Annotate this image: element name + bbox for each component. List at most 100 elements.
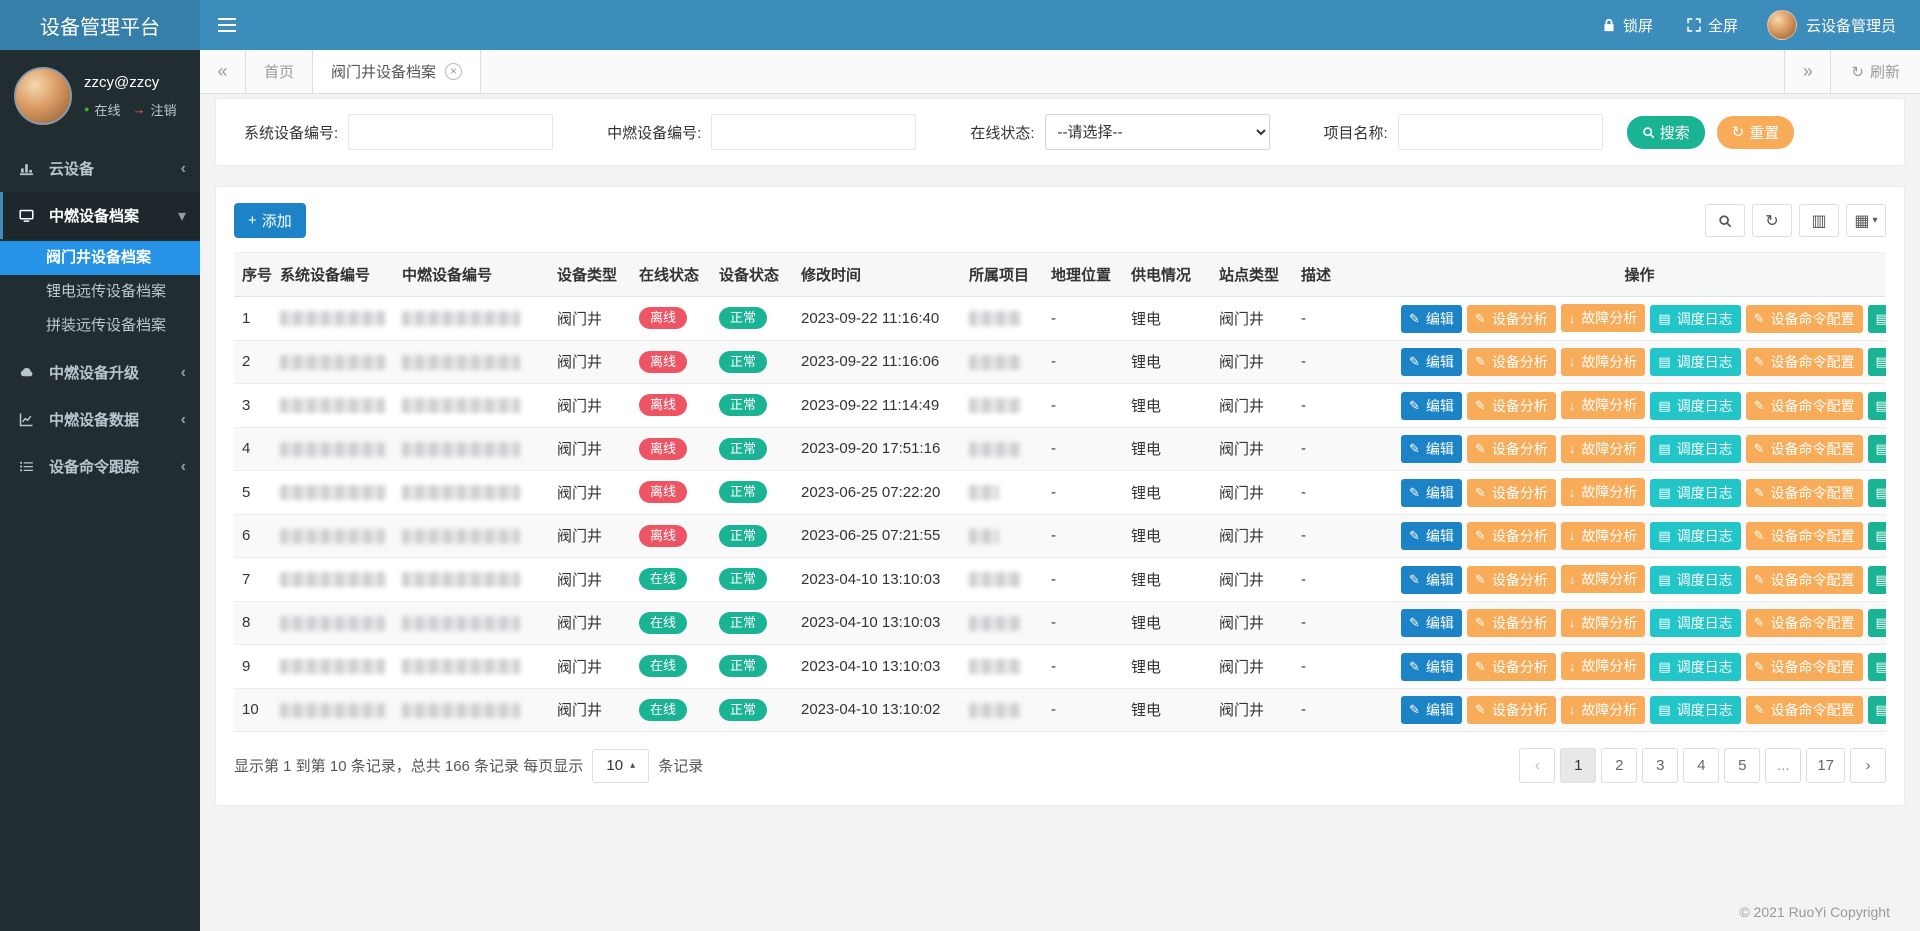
action-device-command-config-button[interactable]: ✎设备命令配置	[1746, 392, 1863, 420]
action-dispatch-log-button[interactable]: ▤调度日志	[1650, 348, 1740, 376]
action-edit-button[interactable]: ✎编辑	[1401, 392, 1462, 420]
action-device-command-config-button[interactable]: ✎设备命令配置	[1746, 653, 1863, 681]
search-field-input-3[interactable]	[1398, 114, 1603, 150]
action-device-command-config-button[interactable]: ✎设备命令配置	[1746, 305, 1863, 333]
logout-link[interactable]: 注销	[150, 100, 176, 119]
action-device-info-button[interactable]: ▤设备信息	[1868, 566, 1886, 594]
page-17-button[interactable]: 17	[1806, 748, 1845, 783]
action-fault-analysis-button[interactable]: ↓故障分析	[1561, 522, 1646, 550]
action-device-info-button[interactable]: ▤设备信息	[1868, 609, 1886, 637]
sidebar-menu-3[interactable]: 中燃设备数据‹	[0, 396, 200, 443]
sidebar-menu-4[interactable]: 设备命令跟踪‹	[0, 443, 200, 490]
action-device-command-config-button[interactable]: ✎设备命令配置	[1746, 435, 1863, 463]
action-fault-analysis-button[interactable]: ↓故障分析	[1561, 435, 1646, 463]
action-dispatch-log-button[interactable]: ▤调度日志	[1650, 653, 1740, 681]
action-device-info-button[interactable]: ▤设备信息	[1868, 435, 1886, 463]
action-device-analysis-button[interactable]: ✎设备分析	[1467, 392, 1556, 420]
tab-close-icon[interactable]: ×	[445, 63, 462, 80]
action-device-command-config-button[interactable]: ✎设备命令配置	[1746, 609, 1863, 637]
action-fault-analysis-button[interactable]: ↓故障分析	[1561, 652, 1646, 680]
table-row: 1阀门井离线正常2023-09-22 11:16:40-锂电阀门井-✎编辑✎设备…	[234, 297, 1886, 341]
action-fault-analysis-button[interactable]: ↓故障分析	[1561, 478, 1646, 506]
tabs-scroll-right-button[interactable]: »	[1784, 50, 1830, 93]
page-4-button[interactable]: 4	[1683, 748, 1719, 783]
table-toggle-view-button[interactable]: ▥	[1799, 204, 1839, 237]
add-button[interactable]: + 添加	[234, 203, 306, 238]
sidebar-menu-2[interactable]: 中燃设备升级‹	[0, 349, 200, 396]
sidebar-menu-1[interactable]: 中燃设备档案▾	[0, 192, 200, 239]
action-fault-analysis-button[interactable]: ↓故障分析	[1561, 696, 1646, 724]
action-dispatch-log-button[interactable]: ▤调度日志	[1650, 435, 1740, 463]
page-5-button[interactable]: 5	[1724, 748, 1760, 783]
tab-valve-well-archive[interactable]: 阀门井设备档案 ×	[313, 50, 481, 93]
action-device-analysis-button[interactable]: ✎设备分析	[1467, 653, 1556, 681]
search-button[interactable]: 搜索	[1627, 116, 1705, 149]
sidebar-toggle-button[interactable]	[200, 0, 254, 50]
page-3-button[interactable]: 3	[1642, 748, 1678, 783]
user-menu[interactable]: 云设备管理员	[1755, 0, 1920, 50]
sidebar-menu-0[interactable]: 云设备‹	[0, 145, 200, 192]
table-search-button[interactable]	[1705, 204, 1745, 237]
action-device-info-button[interactable]: ▤设备信息	[1868, 696, 1886, 724]
action-device-info-button[interactable]: ▤设备信息	[1868, 305, 1886, 333]
action-dispatch-log-button[interactable]: ▤调度日志	[1650, 479, 1740, 507]
search-field-input-1[interactable]	[711, 114, 916, 150]
action-device-analysis-button[interactable]: ✎设备分析	[1467, 696, 1556, 724]
search-field-input-0[interactable]	[348, 114, 553, 150]
sidebar-subitem-1-1[interactable]: 锂电远传设备档案	[0, 275, 200, 309]
table-columns-button[interactable]: ▦ ▾	[1846, 204, 1886, 237]
action-device-command-config-button[interactable]: ✎设备命令配置	[1746, 566, 1863, 594]
action-dispatch-log-button[interactable]: ▤调度日志	[1650, 696, 1740, 724]
sidebar-subitem-1-0[interactable]: 阀门井设备档案	[0, 241, 200, 275]
action-device-analysis-button[interactable]: ✎设备分析	[1467, 609, 1556, 637]
action-device-info-button[interactable]: ▤设备信息	[1868, 348, 1886, 376]
action-fault-analysis-button[interactable]: ↓故障分析	[1561, 391, 1646, 419]
action-dispatch-log-button[interactable]: ▤调度日志	[1650, 609, 1740, 637]
reset-button[interactable]: ↻ 重置	[1717, 116, 1795, 149]
action-edit-button[interactable]: ✎编辑	[1401, 348, 1462, 376]
action-edit-button[interactable]: ✎编辑	[1401, 566, 1462, 594]
action-device-analysis-button[interactable]: ✎设备分析	[1467, 522, 1556, 550]
online-status-select[interactable]: --请选择--	[1045, 114, 1270, 150]
action-edit-button[interactable]: ✎编辑	[1401, 653, 1462, 681]
action-device-command-config-button[interactable]: ✎设备命令配置	[1746, 522, 1863, 550]
tab-refresh-button[interactable]: ↻ 刷新	[1830, 50, 1920, 93]
fullscreen-button[interactable]: 全屏	[1670, 0, 1755, 50]
action-fault-analysis-button[interactable]: ↓故障分析	[1561, 348, 1646, 376]
page-1-button[interactable]: 1	[1560, 748, 1596, 783]
action-dispatch-log-button[interactable]: ▤调度日志	[1650, 392, 1740, 420]
action-device-analysis-button[interactable]: ✎设备分析	[1467, 435, 1556, 463]
action-device-info-button[interactable]: ▤设备信息	[1868, 479, 1886, 507]
tab-home[interactable]: 首页	[246, 50, 313, 93]
action-device-info-button[interactable]: ▤设备信息	[1868, 392, 1886, 420]
action-device-analysis-button[interactable]: ✎设备分析	[1467, 566, 1556, 594]
action-device-analysis-button[interactable]: ✎设备分析	[1467, 305, 1556, 333]
action-edit-button[interactable]: ✎编辑	[1401, 435, 1462, 463]
action-device-analysis-button[interactable]: ✎设备分析	[1467, 348, 1556, 376]
action-device-analysis-button[interactable]: ✎设备分析	[1467, 479, 1556, 507]
page-next-button[interactable]: ›	[1850, 748, 1886, 783]
action-dispatch-log-button[interactable]: ▤调度日志	[1650, 522, 1740, 550]
action-edit-button[interactable]: ✎编辑	[1401, 696, 1462, 724]
page-2-button[interactable]: 2	[1601, 748, 1637, 783]
action-fault-analysis-button[interactable]: ↓故障分析	[1561, 304, 1646, 332]
action-fault-analysis-button[interactable]: ↓故障分析	[1561, 565, 1646, 593]
action-dispatch-log-button[interactable]: ▤调度日志	[1650, 566, 1740, 594]
page-prev-button[interactable]: ‹	[1519, 748, 1555, 783]
action-device-command-config-button[interactable]: ✎设备命令配置	[1746, 479, 1863, 507]
table-refresh-button[interactable]: ↻	[1752, 204, 1792, 237]
action-device-info-button[interactable]: ▤设备信息	[1868, 653, 1886, 681]
sidebar-subitem-1-2[interactable]: 拼装远传设备档案	[0, 309, 200, 343]
action-device-command-config-button[interactable]: ✎设备命令配置	[1746, 696, 1863, 724]
action-device-command-config-button[interactable]: ✎设备命令配置	[1746, 348, 1863, 376]
action-edit-button[interactable]: ✎编辑	[1401, 609, 1462, 637]
lock-screen-button[interactable]: 锁屏	[1585, 0, 1670, 50]
action-edit-button[interactable]: ✎编辑	[1401, 305, 1462, 333]
action-dispatch-log-button[interactable]: ▤调度日志	[1650, 305, 1740, 333]
action-edit-button[interactable]: ✎编辑	[1401, 522, 1462, 550]
action-fault-analysis-button[interactable]: ↓故障分析	[1561, 609, 1646, 637]
page-size-dropdown[interactable]: 10 ▴	[592, 749, 649, 783]
action-device-info-button[interactable]: ▤设备信息	[1868, 522, 1886, 550]
tabs-scroll-left-button[interactable]: «	[200, 50, 246, 93]
action-edit-button[interactable]: ✎编辑	[1401, 479, 1462, 507]
